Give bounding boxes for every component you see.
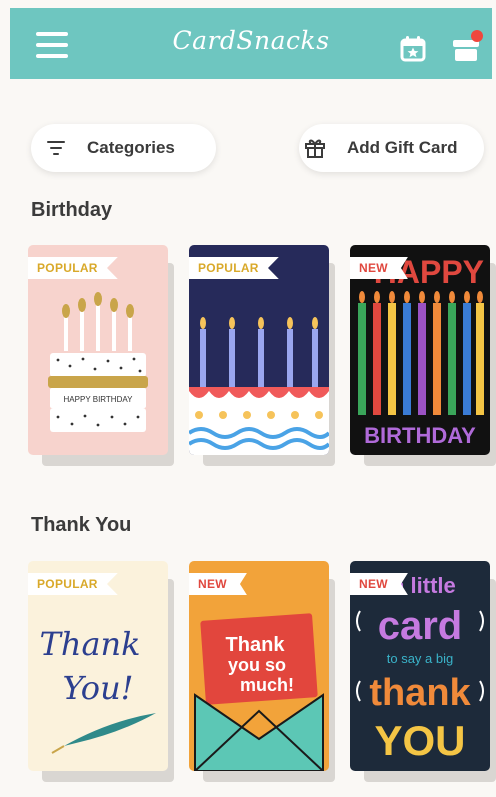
- card-badge: POPULAR: [28, 573, 118, 595]
- card-badge: NEW: [350, 257, 408, 279]
- section-title-thank-you: Thank You: [31, 514, 132, 536]
- card-badge: POPULAR: [28, 257, 118, 279]
- card-text: you so: [228, 655, 286, 675]
- categories-label: Categories: [87, 138, 175, 157]
- filter-lines-icon: [47, 141, 65, 155]
- gift-icon: [305, 139, 325, 158]
- card-text: Thank: [226, 634, 286, 656]
- card-text: You!: [62, 669, 133, 707]
- card-happy-birthday[interactable]: NEW HAPPY BIRTHDAY: [350, 245, 496, 466]
- add-gift-card-label: Add Gift Card: [347, 138, 458, 157]
- card-text: BIRTHDAY: [364, 423, 476, 448]
- card-text: HAPPY BIRTHDAY: [64, 395, 134, 404]
- card-thank-you-so-much[interactable]: NEW Thank you so much!: [189, 561, 335, 782]
- card-little-card-thank-you[interactable]: NEW a little card to say a big thank YOU: [350, 561, 496, 782]
- card-thank-you-script[interactable]: POPULAR Thank You!: [28, 561, 174, 782]
- card-text: YOU: [374, 717, 465, 764]
- card-text: much!: [240, 675, 294, 695]
- card-badge: NEW: [189, 573, 247, 595]
- card-text: card: [378, 604, 463, 648]
- calendar-star-icon[interactable]: [400, 36, 426, 62]
- card-badge: NEW: [350, 573, 408, 595]
- gift-box-icon[interactable]: [452, 30, 483, 62]
- card-birthday-cake[interactable]: POPULAR HAPPY BIRTHDAY: [28, 245, 174, 466]
- add-gift-card-button[interactable]: Add Gift Card: [299, 124, 484, 172]
- card-birthday-candles[interactable]: POPULAR: [189, 245, 335, 466]
- card-text: thank: [369, 672, 471, 714]
- notification-dot: [471, 30, 483, 42]
- card-text: to say a big: [387, 651, 454, 666]
- top-app-bar: CardSnacks: [10, 8, 492, 79]
- categories-button[interactable]: Categories: [31, 124, 216, 172]
- section-title-birthday: Birthday: [31, 199, 113, 221]
- card-text: Thank: [39, 625, 140, 663]
- card-badge: POPULAR: [189, 257, 279, 279]
